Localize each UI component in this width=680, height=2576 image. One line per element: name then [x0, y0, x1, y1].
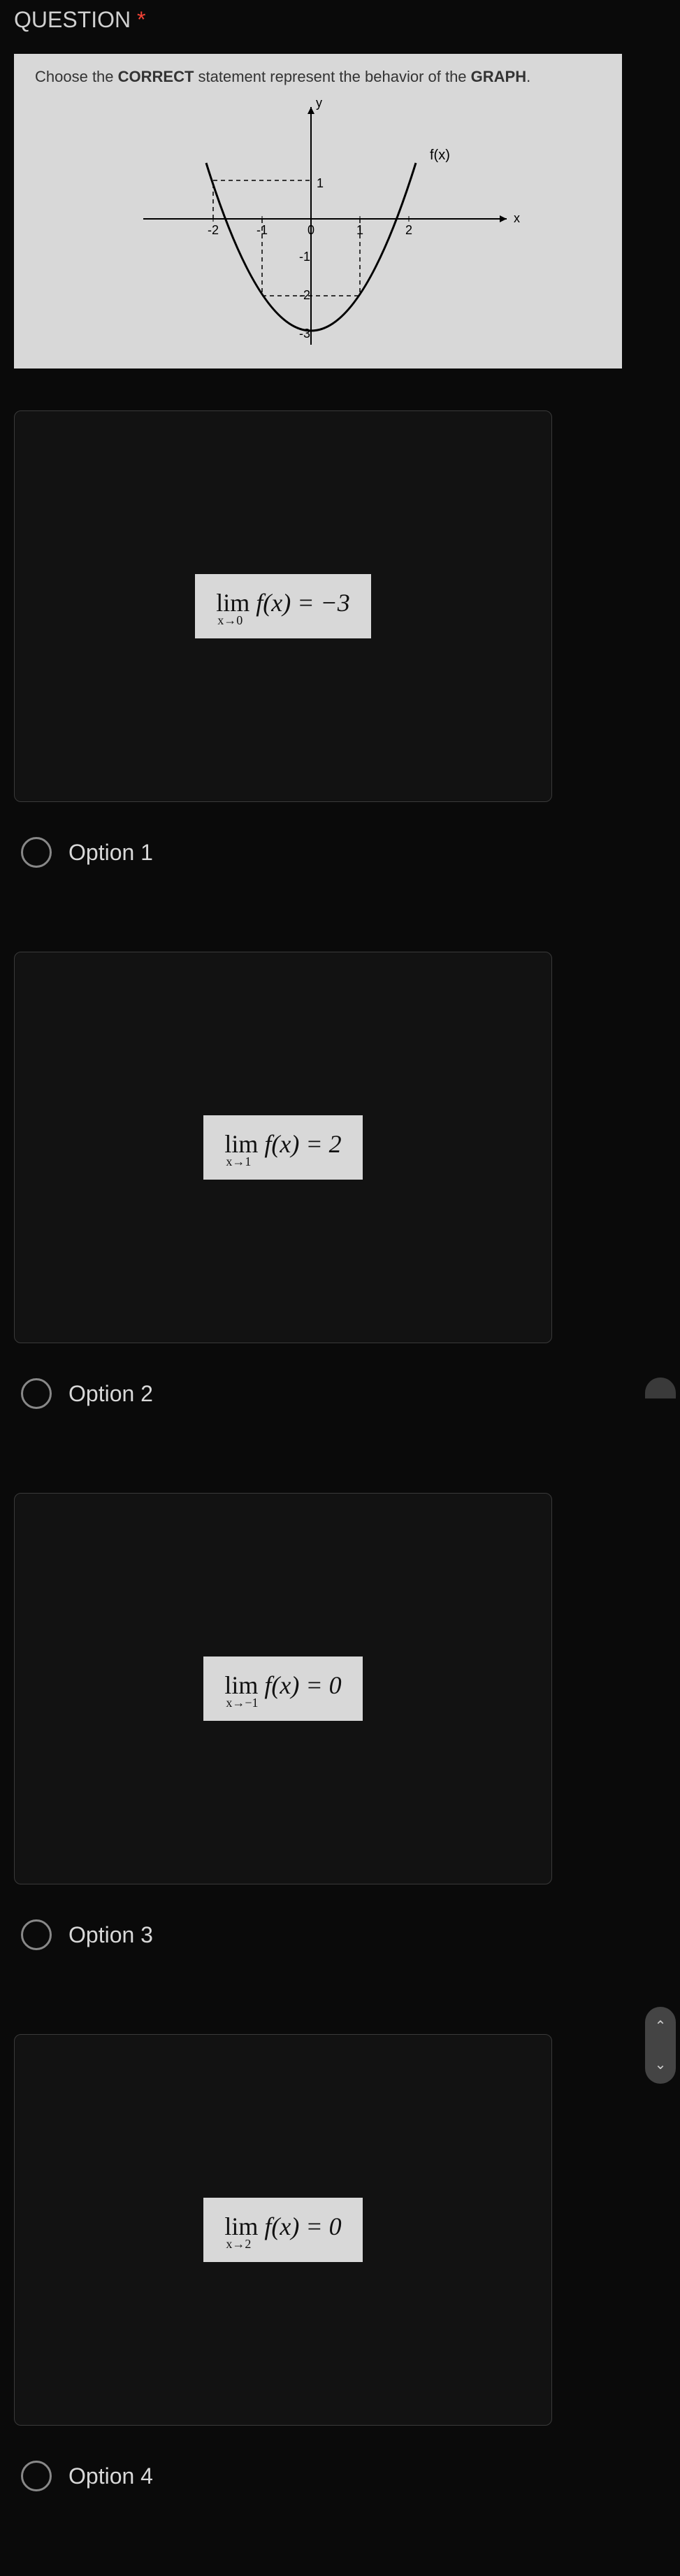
- question-label: QUESTION: [14, 7, 131, 32]
- radio-option-3[interactable]: [21, 1919, 52, 1950]
- instruction-text: statement represent the behavior of the: [194, 68, 470, 85]
- radio-option-4[interactable]: [21, 2461, 52, 2491]
- scroll-indicator[interactable]: [645, 1378, 676, 1398]
- curve-label: f(x): [430, 148, 450, 163]
- expr-text: f(x) = 0: [264, 2212, 341, 2240]
- question-header: QUESTION *: [14, 0, 622, 54]
- instruction-bold: CORRECT: [118, 68, 194, 85]
- option-row-1[interactable]: Option 1: [14, 802, 622, 910]
- tick-label: -2: [299, 288, 310, 302]
- expr-text: f(x) = −3: [256, 589, 350, 617]
- radio-option-2[interactable]: [21, 1378, 52, 1409]
- chevron-down-icon[interactable]: ⌄: [655, 2056, 667, 2073]
- lim-text: lim: [224, 2212, 258, 2240]
- option-card-2: lim f(x) = 2 x→1: [14, 952, 552, 1343]
- graph-instruction: Choose the CORRECT statement represent t…: [35, 68, 601, 86]
- lim-text: lim: [224, 1130, 258, 1158]
- tick-label: 1: [317, 176, 324, 190]
- expr-text: f(x) = 0: [264, 1671, 341, 1699]
- option-label: Option 2: [68, 1381, 153, 1407]
- axis-label-x: x: [514, 211, 520, 225]
- option-row-3[interactable]: Option 3: [14, 1884, 622, 1992]
- instruction-text: Choose the: [35, 68, 118, 85]
- option-row-4[interactable]: Option 4: [14, 2426, 622, 2533]
- option-card-3: lim f(x) = 0 x→−1: [14, 1493, 552, 1884]
- math-expression: lim f(x) = −3 x→0: [195, 574, 371, 638]
- tick-label: -1: [299, 250, 310, 264]
- option-label: Option 4: [68, 2463, 153, 2489]
- option-card-4: lim f(x) = 0 x→2: [14, 2034, 552, 2426]
- math-expression: lim f(x) = 2 x→1: [203, 1115, 362, 1180]
- expr-text: f(x) = 2: [264, 1130, 341, 1158]
- math-expression: lim f(x) = 0 x→2: [203, 2198, 362, 2262]
- option-label: Option 1: [68, 840, 153, 866]
- graph-panel: Choose the CORRECT statement represent t…: [14, 54, 622, 368]
- option-label: Option 3: [68, 1922, 153, 1948]
- chevron-up-icon[interactable]: ⌃: [655, 2017, 667, 2035]
- required-asterisk: *: [137, 7, 145, 32]
- axis-label-y: y: [316, 96, 322, 110]
- lim-text: lim: [216, 589, 249, 617]
- page-nav-pill[interactable]: ⌃ ⌄: [645, 2007, 676, 2084]
- tick-label: 0: [308, 223, 314, 237]
- option-row-2[interactable]: Option 2: [14, 1343, 622, 1451]
- instruction-bold: GRAPH: [471, 68, 526, 85]
- instruction-text: .: [526, 68, 530, 85]
- tick-label: -2: [208, 223, 219, 237]
- function-graph: y x -2 -1 0 1 2 1 -1 -2: [101, 93, 535, 352]
- math-expression: lim f(x) = 0 x→−1: [203, 1656, 362, 1721]
- lim-text: lim: [224, 1671, 258, 1699]
- option-card-1: lim f(x) = −3 x→0: [14, 410, 552, 802]
- radio-option-1[interactable]: [21, 837, 52, 868]
- tick-label: 2: [405, 223, 412, 237]
